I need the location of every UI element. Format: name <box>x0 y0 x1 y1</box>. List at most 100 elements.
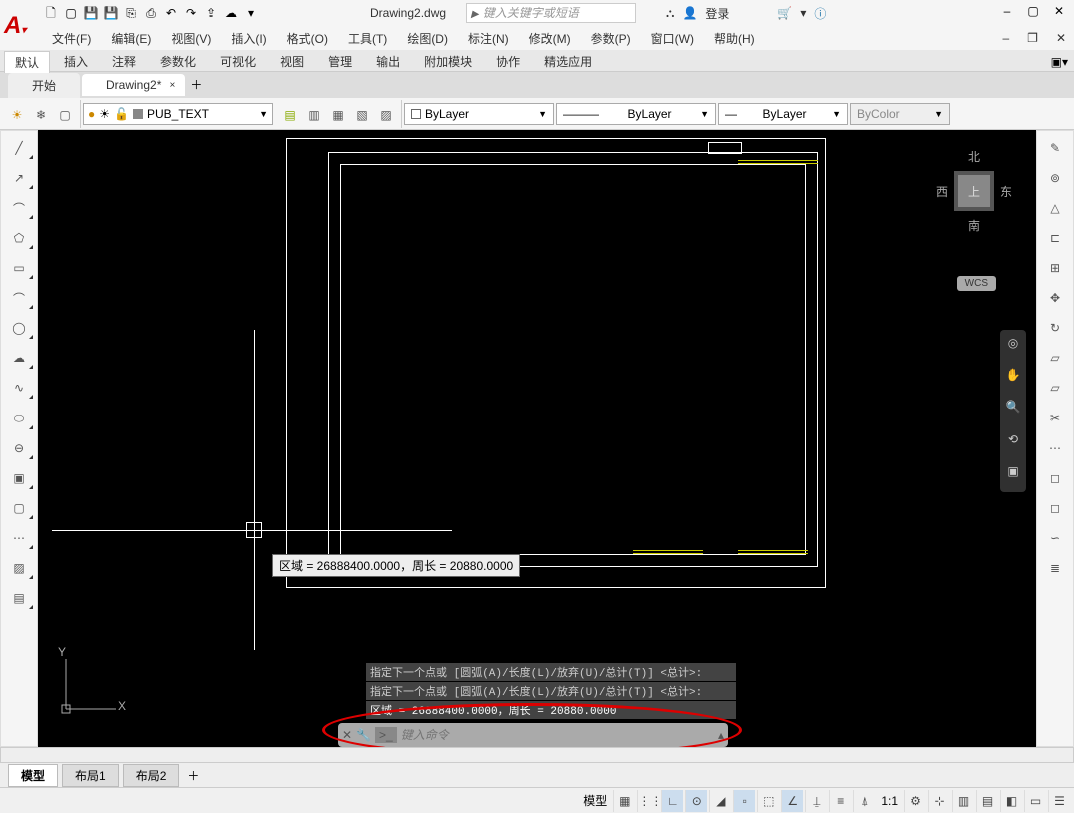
circle2-icon[interactable]: ⊚ <box>1039 165 1071 191</box>
viewcube-east[interactable]: 东 <box>998 181 1014 202</box>
close-icon[interactable]: ✕ <box>1048 4 1070 22</box>
minimize-icon[interactable]: – <box>996 4 1018 22</box>
layer-freeze-icon[interactable]: ❄ <box>30 103 52 125</box>
ellipsearc-icon[interactable]: ⊖ <box>3 435 35 461</box>
orbit-icon[interactable]: ⟲ <box>1002 432 1024 454</box>
ucs-icon[interactable]: X Y <box>56 649 126 719</box>
qat-more-icon[interactable]: ▾ <box>242 4 260 22</box>
blend-icon[interactable]: ∽ <box>1039 525 1071 551</box>
polyline-icon[interactable]: ↗ <box>3 165 35 191</box>
ribbon-tab-5[interactable]: 视图 <box>270 51 314 72</box>
menu-窗口(W)[interactable]: 窗口(W) <box>643 28 702 49</box>
ribbon-tab-3[interactable]: 参数化 <box>150 51 206 72</box>
iso-icon[interactable]: ◢ <box>709 790 731 812</box>
add-layout-icon[interactable]: ＋ <box>187 767 199 784</box>
scale-icon[interactable]: ▱ <box>1039 345 1071 371</box>
ribbon-tab-10[interactable]: 精选应用 <box>534 51 602 72</box>
lwt-icon[interactable]: ≡ <box>829 790 851 812</box>
app-icon[interactable]: ▾ <box>800 6 806 20</box>
menu-标注(N)[interactable]: 标注(N) <box>460 28 517 49</box>
layeroff-icon[interactable]: ▦ <box>327 103 349 125</box>
draw-icon[interactable]: ✎ <box>1039 135 1071 161</box>
gear-icon[interactable]: ⚙ <box>904 790 926 812</box>
menu-工具(T)[interactable]: 工具(T) <box>340 28 395 49</box>
layer-lock-icon[interactable]: ▢ <box>54 103 76 125</box>
grid-icon[interactable]: ▦ <box>613 790 635 812</box>
cmd-history-icon[interactable]: ▴ <box>718 728 724 742</box>
login-label[interactable]: 登录 <box>705 5 729 22</box>
maximize-icon[interactable]: ▢ <box>1022 4 1044 22</box>
undo-icon[interactable]: ↶ <box>162 4 180 22</box>
gradient-icon[interactable]: ▤ <box>3 585 35 611</box>
print-icon[interactable]: ⎙ <box>142 4 160 22</box>
ellipse-icon[interactable]: ◯ <box>3 315 35 341</box>
layeriso-icon[interactable]: ▥ <box>303 103 325 125</box>
layout-tab-0[interactable]: 模型 <box>8 764 58 787</box>
layermore2-icon[interactable]: ▨ <box>375 103 397 125</box>
dyn-icon[interactable]: ⍊ <box>805 790 827 812</box>
cloud-icon[interactable]: ☁ <box>222 4 240 22</box>
doc-tab[interactable]: 开始 <box>8 73 80 98</box>
menu-插入(I)[interactable]: 插入(I) <box>223 28 274 49</box>
qp-icon[interactable]: ▥ <box>952 790 974 812</box>
zoom-icon[interactable]: 🔍 <box>1002 400 1024 422</box>
polar-icon[interactable]: ⊙ <box>685 790 707 812</box>
ribbon-tab-8[interactable]: 附加模块 <box>414 51 482 72</box>
rectangle-icon[interactable]: ▭ <box>3 255 35 281</box>
signin-icon[interactable]: 👤 <box>682 6 697 20</box>
wheel-icon[interactable]: ◎ <box>1002 336 1024 358</box>
command-input[interactable] <box>401 728 714 742</box>
layout-tab-1[interactable]: 布局1 <box>62 764 119 787</box>
align-icon[interactable]: ≣ <box>1039 555 1071 581</box>
viewcube[interactable]: 北 西 上 东 南 <box>934 146 1014 236</box>
ribbon-collapse-icon[interactable]: ▣▾ <box>1045 55 1074 69</box>
menu-帮助(H)[interactable]: 帮助(H) <box>706 28 763 49</box>
menu-格式(O)[interactable]: 格式(O) <box>279 28 336 49</box>
arc-icon[interactable]: ⌒ <box>3 285 35 311</box>
point-icon[interactable]: ⋯ <box>3 525 35 551</box>
export-icon[interactable]: ⎘ <box>122 4 140 22</box>
hatch-icon[interactable]: ▨ <box>3 555 35 581</box>
viewcube-north[interactable]: 北 <box>934 146 1014 167</box>
viewcube-west[interactable]: 西 <box>934 181 950 202</box>
new-icon[interactable]: 🗋 <box>42 4 60 22</box>
menu-编辑(E)[interactable]: 编辑(E) <box>103 28 159 49</box>
anno-icon[interactable]: ⍋ <box>853 790 875 812</box>
hw-icon[interactable]: ◧ <box>1000 790 1022 812</box>
move-icon[interactable]: ✥ <box>1039 285 1071 311</box>
ellipse2-icon[interactable]: ⬭ <box>3 405 35 431</box>
block-icon[interactable]: ▣ <box>3 465 35 491</box>
cmd-close-icon[interactable]: ✕ <box>342 728 352 742</box>
block2-icon[interactable]: ▢ <box>3 495 35 521</box>
tab-close-icon[interactable]: × <box>170 80 176 91</box>
chamfer-icon[interactable]: ◻ <box>1039 495 1071 521</box>
3dosnap-icon[interactable]: ⬚ <box>757 790 779 812</box>
spline-icon[interactable]: ∿ <box>3 375 35 401</box>
extend-icon[interactable]: ⋯ <box>1039 435 1071 461</box>
color-dropdown[interactable]: ByLayer▼ <box>404 103 554 125</box>
trim-icon[interactable]: ✂ <box>1039 405 1071 431</box>
redo-icon[interactable]: ↷ <box>182 4 200 22</box>
doc-minimize-icon[interactable]: – <box>994 29 1017 47</box>
layerstate-icon[interactable]: ▤ <box>279 103 301 125</box>
app-logo[interactable]: A▾ <box>4 12 38 46</box>
ribbon-tab-1[interactable]: 插入 <box>54 51 98 72</box>
layer-manager-icon[interactable]: ☀ <box>6 103 28 125</box>
search-box[interactable]: 键入关键字或短语 <box>466 3 636 23</box>
exchange-icon[interactable]: ⛬ <box>666 6 674 21</box>
menu-文件(F)[interactable]: 文件(F) <box>44 28 99 49</box>
pan-icon[interactable]: ✋ <box>1002 368 1024 390</box>
lineweight-dropdown[interactable]: — ByLayer▼ <box>718 103 848 125</box>
sc-icon[interactable]: ▤ <box>976 790 998 812</box>
line-icon[interactable]: ╱ <box>3 135 35 161</box>
help-icon[interactable]: ⓘ <box>814 5 826 22</box>
layer-dropdown[interactable]: ● ☀ 🔓 PUB_TEXT ▼ <box>83 103 273 125</box>
drawing-canvas[interactable]: 区域 = 26888400.0000，周长 = 20880.0000 X Y 北… <box>38 130 1036 747</box>
custom-icon[interactable]: ☰ <box>1048 790 1070 812</box>
ribbon-tab-0[interactable]: 默认 <box>4 51 50 73</box>
menu-绘图(D)[interactable]: 绘图(D) <box>399 28 456 49</box>
fillet-icon[interactable]: ◻ <box>1039 465 1071 491</box>
viewcube-top[interactable]: 上 <box>954 171 994 211</box>
save-icon[interactable]: 💾 <box>82 4 100 22</box>
layout-tab-2[interactable]: 布局2 <box>123 764 180 787</box>
